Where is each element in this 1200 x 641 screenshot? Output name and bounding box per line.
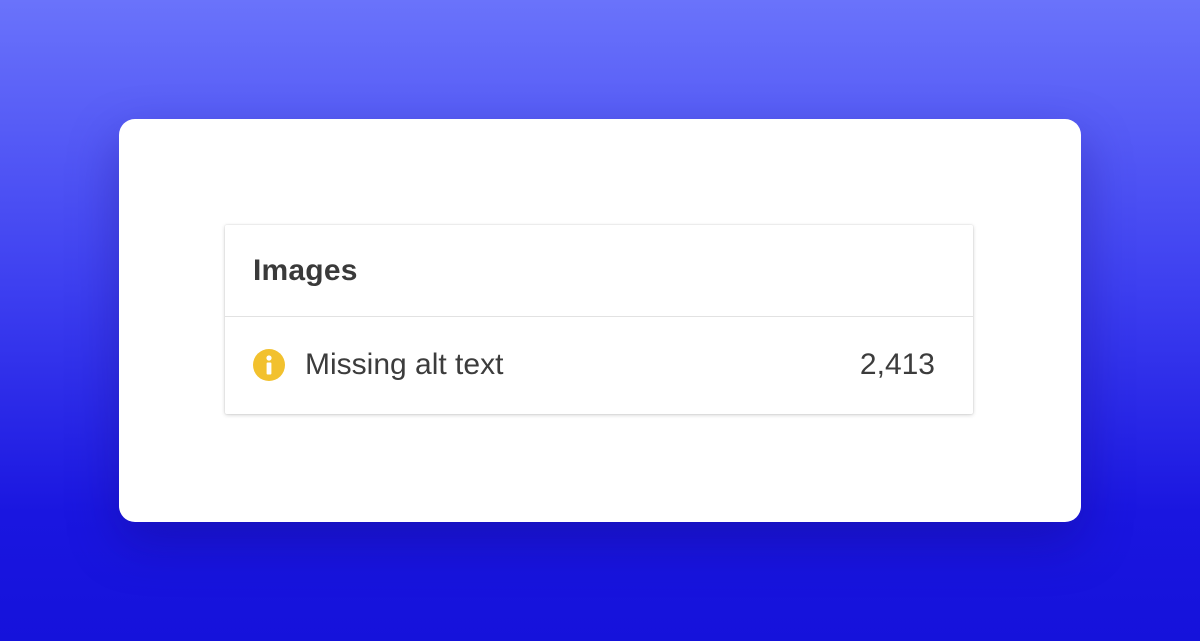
row-label: Missing alt text (305, 348, 504, 381)
info-icon (253, 349, 285, 381)
row-count: 2,413 (859, 348, 935, 381)
images-panel: Images Missing alt text 2,413 (225, 225, 973, 414)
panel-title: Images (253, 253, 358, 287)
panel-header: Images (225, 225, 973, 317)
outer-card: Images Missing alt text 2,413 (119, 119, 1081, 522)
list-item-missing-alt-text[interactable]: Missing alt text 2,413 (225, 317, 973, 413)
